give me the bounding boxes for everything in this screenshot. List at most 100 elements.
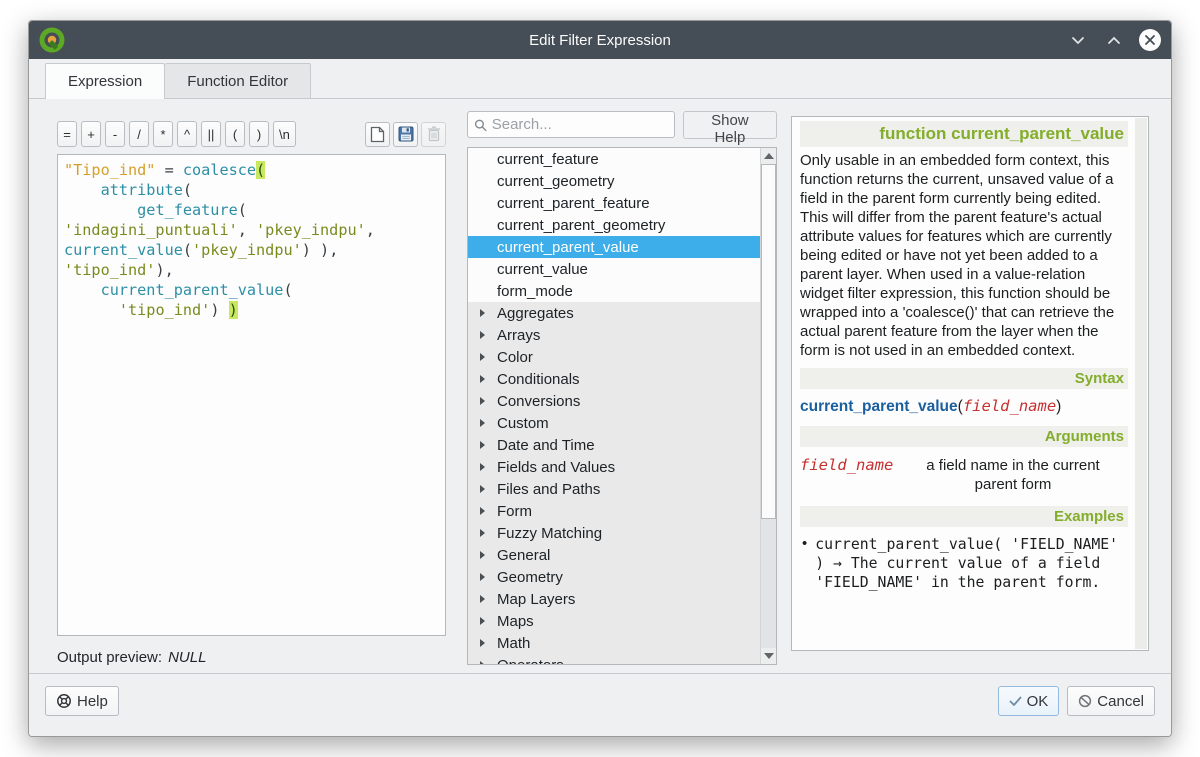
save-expression-button[interactable] xyxy=(393,122,418,147)
operator-button-+[interactable]: + xyxy=(81,121,101,147)
titlebar[interactable]: Edit Filter Expression xyxy=(29,21,1171,59)
expand-triangle-icon[interactable] xyxy=(480,419,485,427)
search-input[interactable] xyxy=(492,116,668,133)
tab-function-editor-label: Function Editor xyxy=(187,73,288,90)
operator-button-\n[interactable]: \n xyxy=(273,121,296,147)
function-group-general[interactable]: General xyxy=(468,544,760,566)
new-expression-button[interactable] xyxy=(365,122,390,147)
function-group-map-layers[interactable]: Map Layers xyxy=(468,588,760,610)
expression-file-buttons xyxy=(365,122,446,147)
expand-triangle-icon[interactable] xyxy=(480,441,485,449)
show-help-button[interactable]: Show Help xyxy=(683,111,777,139)
function-item-current_parent_value[interactable]: current_parent_value xyxy=(468,236,760,258)
cancel-button[interactable]: Cancel xyxy=(1067,686,1155,716)
code-line-2: attribute( xyxy=(64,180,439,200)
function-group-date-and-time[interactable]: Date and Time xyxy=(468,434,760,456)
operator-button-)[interactable]: ) xyxy=(249,121,269,147)
triangle-down-icon xyxy=(764,653,774,659)
expand-triangle-icon[interactable] xyxy=(480,573,485,581)
expand-triangle-icon[interactable] xyxy=(480,309,485,317)
function-list-scrollbar xyxy=(760,148,776,664)
tab-function-editor[interactable]: Function Editor xyxy=(165,63,311,98)
syntax-argument: field_name xyxy=(963,397,1056,415)
operator-button-=[interactable]: = xyxy=(57,121,77,147)
argument-description: a field name in the current parent form xyxy=(918,456,1108,494)
expand-triangle-icon[interactable] xyxy=(480,595,485,603)
tab-expression-label: Expression xyxy=(68,73,142,90)
ok-button-label: OK xyxy=(1027,693,1049,710)
output-preview-label: Output preview: xyxy=(57,649,162,666)
function-group-fuzzy-matching[interactable]: Fuzzy Matching xyxy=(468,522,760,544)
function-item-current_geometry[interactable]: current_geometry xyxy=(468,170,760,192)
function-group-files-and-paths[interactable]: Files and Paths xyxy=(468,478,760,500)
function-group-operators[interactable]: Operators xyxy=(468,654,760,665)
function-group-maps[interactable]: Maps xyxy=(468,610,760,632)
function-group-color[interactable]: Color xyxy=(468,346,760,368)
operator-button-||[interactable]: || xyxy=(201,121,221,147)
code-line-7: current_parent_value( xyxy=(64,280,439,300)
operator-button-^[interactable]: ^ xyxy=(177,121,197,147)
expand-triangle-icon[interactable] xyxy=(480,375,485,383)
operator-button-/[interactable]: / xyxy=(129,121,149,147)
help-arguments-header: Arguments xyxy=(800,426,1128,447)
function-label: Math xyxy=(468,635,530,652)
help-button[interactable]: Help xyxy=(45,686,119,716)
function-label: Arrays xyxy=(468,327,540,344)
operator-button-*[interactable]: * xyxy=(153,121,173,147)
tab-expression[interactable]: Expression xyxy=(45,63,165,99)
function-group-conversions[interactable]: Conversions xyxy=(468,390,760,412)
function-label: current_feature xyxy=(468,151,599,168)
expand-triangle-icon[interactable] xyxy=(480,551,485,559)
function-item-current_value[interactable]: current_value xyxy=(468,258,760,280)
expand-triangle-icon[interactable] xyxy=(480,353,485,361)
maximize-button[interactable] xyxy=(1103,29,1125,51)
scrollbar-up-button[interactable] xyxy=(761,148,776,164)
expand-triangle-icon[interactable] xyxy=(480,661,485,665)
help-title: function current_parent_value xyxy=(800,121,1128,147)
function-group-custom[interactable]: Custom xyxy=(468,412,760,434)
expand-triangle-icon[interactable] xyxy=(480,507,485,515)
close-button[interactable] xyxy=(1139,29,1161,51)
check-icon xyxy=(1009,696,1022,707)
function-list-column: Show Help current_feature current_geometr… xyxy=(467,111,777,665)
function-item-current_feature[interactable]: current_feature xyxy=(468,148,760,170)
code-line-1: "Tipo_ind" = coalesce( xyxy=(64,160,439,180)
chevron-up-icon xyxy=(1107,36,1121,45)
new-file-icon xyxy=(370,126,385,143)
lifebuoy-icon xyxy=(56,693,72,709)
code-line-6: 'tipo_ind'), xyxy=(64,260,439,280)
expression-code-editor[interactable]: "Tipo_ind" = coalesce( attribute( get_fe… xyxy=(57,154,446,636)
expand-triangle-icon[interactable] xyxy=(480,639,485,647)
function-group-aggregates[interactable]: Aggregates xyxy=(468,302,760,324)
function-group-arrays[interactable]: Arrays xyxy=(468,324,760,346)
function-item-current_parent_feature[interactable]: current_parent_feature xyxy=(468,192,760,214)
function-search[interactable] xyxy=(467,111,675,138)
function-group-conditionals[interactable]: Conditionals xyxy=(468,368,760,390)
scrollbar-thumb[interactable] xyxy=(761,164,776,519)
expand-triangle-icon[interactable] xyxy=(480,529,485,537)
ok-button[interactable]: OK xyxy=(998,686,1060,716)
expand-triangle-icon[interactable] xyxy=(480,485,485,493)
expand-triangle-icon[interactable] xyxy=(480,397,485,405)
operator-toolbar: =+-/*^||()\n xyxy=(57,121,446,147)
save-icon xyxy=(398,126,414,142)
help-panel-scrollbar[interactable] xyxy=(1135,118,1147,649)
function-group-math[interactable]: Math xyxy=(468,632,760,654)
function-group-form[interactable]: Form xyxy=(468,500,760,522)
operator-button--[interactable]: - xyxy=(105,121,125,147)
function-item-current_parent_geometry[interactable]: current_parent_geometry xyxy=(468,214,760,236)
expand-triangle-icon[interactable] xyxy=(480,331,485,339)
expand-triangle-icon[interactable] xyxy=(480,617,485,625)
expand-triangle-icon[interactable] xyxy=(480,463,485,471)
function-group-geometry[interactable]: Geometry xyxy=(468,566,760,588)
operator-button-([interactable]: ( xyxy=(225,121,245,147)
qgis-logo-icon xyxy=(39,27,65,53)
function-group-fields-and-values[interactable]: Fields and Values xyxy=(468,456,760,478)
code-line-8: 'tipo_ind') ) xyxy=(64,300,439,320)
function-label: Date and Time xyxy=(468,437,595,454)
code-line-4: 'indagini_puntuali', 'pkey_indpu', xyxy=(64,220,439,240)
function-item-form_mode[interactable]: form_mode xyxy=(468,280,760,302)
function-label: current_value xyxy=(468,261,588,278)
scrollbar-down-button[interactable] xyxy=(761,648,776,664)
minimize-button[interactable] xyxy=(1067,29,1089,51)
